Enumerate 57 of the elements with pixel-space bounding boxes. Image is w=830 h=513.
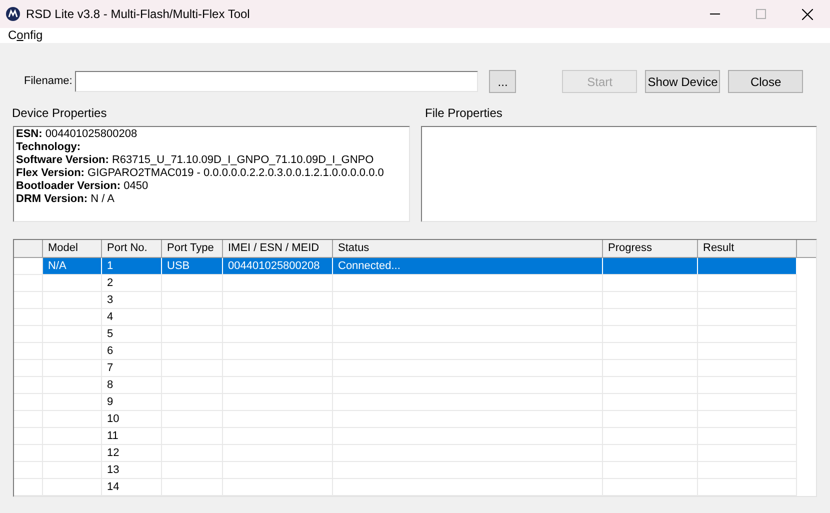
property-line: Technology:: [16, 141, 82, 154]
grid-cell: 1: [102, 258, 162, 274]
section-title: File Properties: [425, 106, 504, 120]
column-header[interactable]: IMEI / ESN / MEID: [223, 240, 333, 257]
property-line: Bootloader Version: 0450: [16, 180, 150, 193]
grid-cell: N/A: [43, 258, 102, 274]
property-line: ESN: 004401025800208: [16, 128, 138, 141]
grid-cell: 3: [102, 292, 162, 308]
column-header[interactable]: Model: [43, 240, 102, 257]
grid-cell: 004401025800208: [223, 258, 333, 274]
grid-cell: 4: [102, 309, 162, 325]
grid-row[interactable]: 6: [14, 343, 797, 360]
filename-field[interactable]: [75, 71, 478, 92]
grid-row[interactable]: 5: [14, 326, 797, 343]
grid-row[interactable]: 4: [14, 309, 797, 326]
grid-row[interactable]: 10: [14, 411, 797, 428]
menu-item[interactable]: Config: [8, 28, 43, 42]
column-header[interactable]: Result: [698, 240, 797, 257]
column-header[interactable]: Status: [333, 240, 603, 257]
grid-cell: 10: [102, 411, 162, 427]
grid-cell: 8: [102, 377, 162, 393]
grid-row[interactable]: 13: [14, 462, 797, 479]
app-logo-icon: [6, 7, 20, 21]
show-device-button[interactable]: Show Device: [645, 70, 720, 93]
browse-button[interactable]: ...: [489, 70, 516, 93]
window-title: RSD Lite v3.8 - Multi-Flash/Multi-Flex Tool: [26, 6, 250, 23]
grid-cell: USB: [162, 258, 223, 274]
grid-row[interactable]: 3: [14, 292, 797, 309]
grid-cell: Connected...: [333, 258, 603, 274]
grid-cell: 2: [102, 275, 162, 291]
column-header[interactable]: Port No.: [102, 240, 162, 257]
grid-cell: 9: [102, 394, 162, 410]
property-line: DRM Version: N / A: [16, 193, 116, 206]
filename-label: Filename:: [24, 74, 72, 90]
property-line: Software Version: R63715_U_71.10.09D_I_GNPO_71.10.09D_I_GNPO: [16, 154, 375, 167]
property-line: Flex Version: GIGPARO2TMAC019 - 0.0.0.0.0.2.2.0.3.0.0.1.2.1.0.0.0.0.0.0: [16, 167, 385, 180]
grid-cell: 11: [102, 428, 162, 444]
grid-row[interactable]: 11: [14, 428, 797, 445]
grid-cell: 6: [102, 343, 162, 359]
grid-cell: 12: [102, 445, 162, 461]
grid-row[interactable]: 12: [14, 445, 797, 462]
close-button[interactable]: Close: [728, 70, 804, 93]
close-icon: [802, 8, 812, 20]
column-header[interactable]: Port Type: [162, 240, 223, 257]
grid-row[interactable]: 14: [14, 479, 797, 496]
grid-row[interactable]: N/A 1 USB 004401025800208 Connected...: [14, 258, 797, 275]
grid-cell: 14: [102, 479, 162, 495]
maximize-icon: [756, 9, 766, 19]
column-header[interactable]: Progress: [603, 240, 698, 257]
grid-row[interactable]: 8: [14, 377, 797, 394]
grid-cell: 13: [102, 462, 162, 478]
grid-cell: 5: [102, 326, 162, 342]
section-title: Device Properties: [12, 106, 108, 120]
grid-row[interactable]: 9: [14, 394, 797, 411]
grid-cell: 7: [102, 360, 162, 376]
grid-row[interactable]: 2: [14, 275, 797, 292]
grid-row[interactable]: 7: [14, 360, 797, 377]
